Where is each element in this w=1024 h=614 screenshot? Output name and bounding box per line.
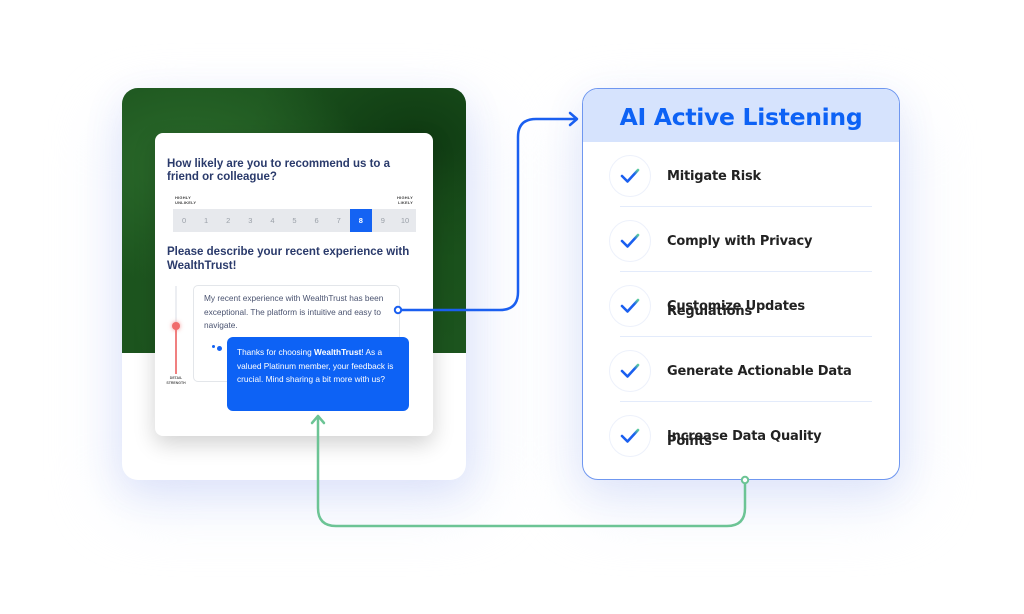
survey-card: How likely are you to recommend us to a … bbox=[155, 133, 433, 436]
scale-option-3[interactable]: 3 bbox=[239, 209, 261, 232]
detail-strength-handle[interactable] bbox=[172, 321, 180, 330]
scale-low-label: HIGHLY UNLIKELY bbox=[175, 195, 197, 205]
check-circle bbox=[609, 220, 651, 262]
scale-option-4[interactable]: 4 bbox=[261, 209, 283, 232]
check-icon bbox=[620, 233, 640, 248]
ai-active-listening-panel: AI Active Listening Mitigate Risk Comply … bbox=[582, 88, 900, 480]
check-icon bbox=[620, 168, 640, 183]
check-icon bbox=[620, 298, 640, 313]
scale-option-2[interactable]: 2 bbox=[217, 209, 239, 232]
ai-followup-bubble: Thanks for choosing WealthTrust! As a va… bbox=[227, 337, 409, 411]
scale-option-9[interactable]: 9 bbox=[372, 209, 394, 232]
ai-benefit-item: Mitigate Risk bbox=[583, 142, 899, 207]
scale-option-0[interactable]: 0 bbox=[173, 209, 195, 232]
scale-option-10[interactable]: 10 bbox=[394, 209, 416, 232]
ai-benefit-label: Increase Data Quality bbox=[667, 429, 822, 444]
check-circle bbox=[609, 350, 651, 392]
typing-indicator-dot bbox=[217, 346, 222, 351]
nps-scale: 0 1 2 3 4 5 6 7 8 9 10 bbox=[173, 209, 416, 232]
scale-option-7[interactable]: 7 bbox=[328, 209, 350, 232]
ai-benefit-list: Mitigate Risk Comply with Privacy Regulat… bbox=[583, 142, 899, 467]
typing-indicator-dot bbox=[212, 345, 215, 348]
ai-benefit-item: Customize Updates bbox=[583, 272, 899, 337]
detail-strength-fill bbox=[175, 325, 177, 374]
ai-benefit-label: Mitigate Risk bbox=[667, 169, 761, 184]
ai-benefit-item: Increase Data Quality bbox=[583, 402, 899, 467]
check-circle bbox=[609, 155, 651, 197]
check-circle bbox=[609, 285, 651, 327]
experience-question: Please describe your recent experience w… bbox=[167, 246, 410, 272]
scale-high-label: HIGHLY LIKELY bbox=[397, 195, 413, 205]
ai-followup-prefix: Thanks for choosing bbox=[237, 347, 315, 357]
ai-followup-brand: WealthTrust bbox=[314, 347, 362, 357]
scale-option-8[interactable]: 8 bbox=[349, 209, 372, 232]
blue-arrow-head bbox=[568, 111, 579, 127]
ai-panel-title: AI Active Listening bbox=[583, 89, 899, 142]
ai-benefit-label: Customize Updates bbox=[667, 299, 805, 314]
scale-option-5[interactable]: 5 bbox=[283, 209, 305, 232]
scale-option-6[interactable]: 6 bbox=[306, 209, 328, 232]
scale-option-1[interactable]: 1 bbox=[195, 209, 217, 232]
nps-question: How likely are you to recommend us to a … bbox=[167, 158, 391, 183]
check-icon bbox=[620, 363, 640, 378]
response-text: My recent experience with WealthTrust ha… bbox=[204, 293, 384, 330]
ai-benefit-item: Comply with Privacy Regulations bbox=[583, 207, 899, 319]
check-circle bbox=[609, 415, 651, 457]
ai-benefit-item: Generate Actionable Data Points bbox=[583, 337, 899, 449]
check-icon bbox=[620, 428, 640, 443]
detail-strength-label: DETAIL STRENGTH bbox=[166, 376, 186, 385]
